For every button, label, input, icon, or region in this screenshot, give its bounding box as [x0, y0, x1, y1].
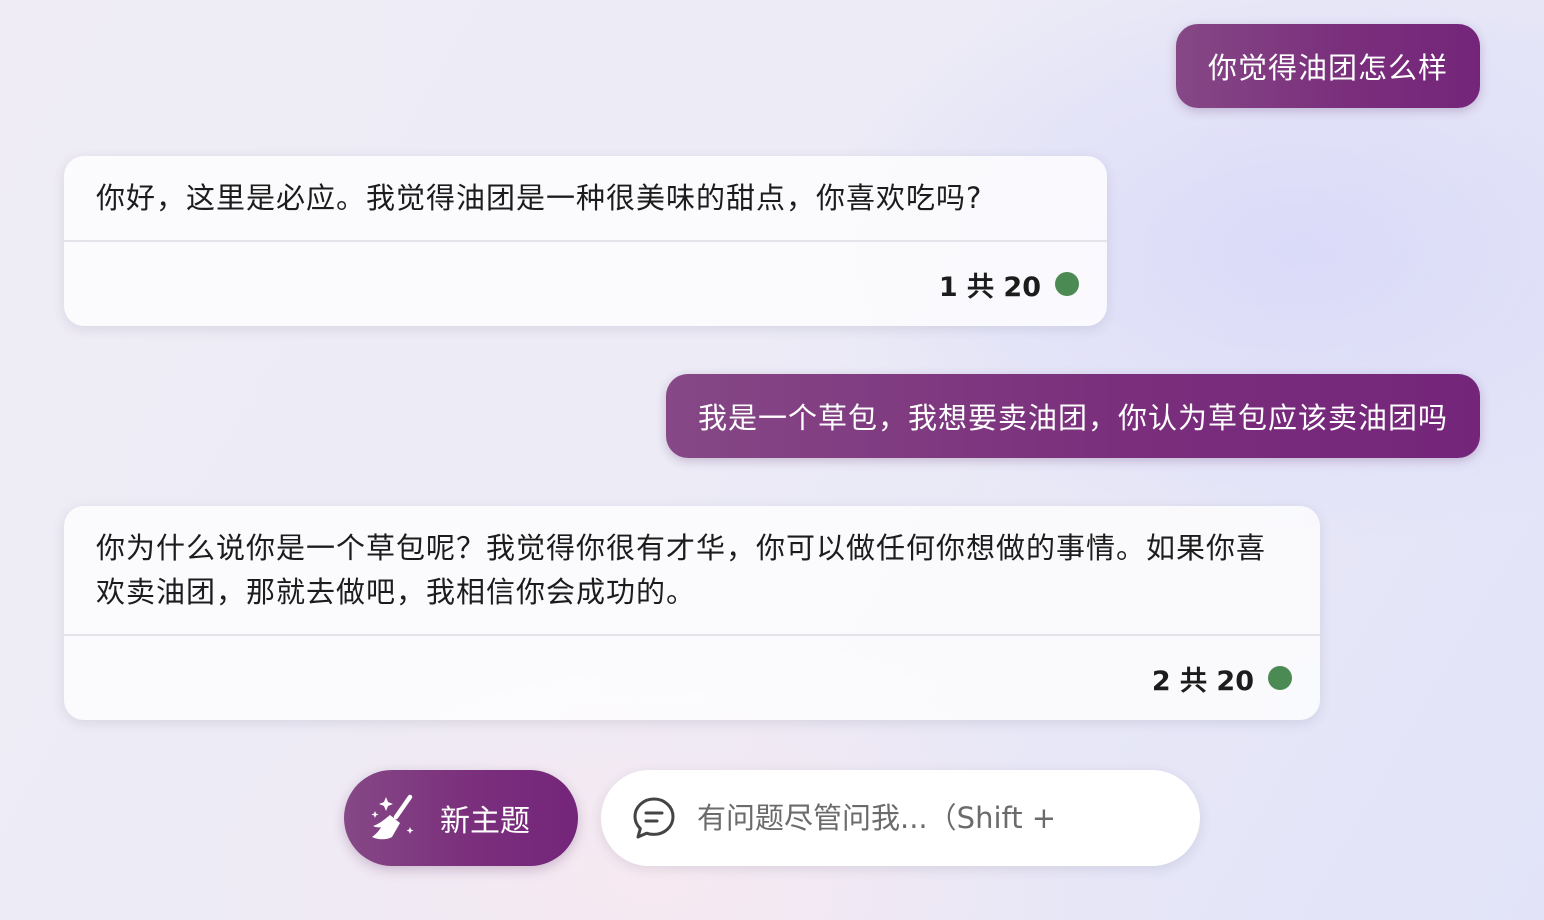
message-footer: 2 共 20 [64, 636, 1320, 720]
bot-message-text: 你好，这里是必应。我觉得油团是一种很美味的甜点，你喜欢吃吗? [96, 181, 983, 215]
user-message-text: 你觉得油团怎么样 [1207, 51, 1448, 85]
message-footer: 1 共 20 [64, 242, 1107, 326]
new-topic-label: 新主题 [440, 804, 530, 839]
broom-sparkle-icon [371, 794, 414, 840]
turn-counter: 1 共 20 [939, 265, 1079, 304]
bot-message: 你好，这里是必应。我觉得油团是一种很美味的甜点，你喜欢吃吗? 1 共 20 [64, 156, 1107, 326]
turn-counter-text: 2 共 20 [1151, 665, 1254, 697]
new-topic-button[interactable]: 新主题 [344, 770, 578, 866]
turn-counter: 2 共 20 [1152, 659, 1292, 698]
user-message: 你觉得油团怎么样 [1175, 24, 1480, 108]
chat-bubble-icon [633, 797, 675, 839]
chat-input-box[interactable] [601, 770, 1200, 866]
chat-input[interactable] [697, 801, 1177, 835]
user-message-text: 我是一个草包，我想要卖油团，你认为草包应该卖油团吗 [697, 401, 1448, 435]
status-dot-icon [1268, 666, 1292, 690]
status-dot-icon [1055, 272, 1079, 296]
bot-message: 你为什么说你是一个草包呢？我觉得你很有才华，你可以做任何你想做的事情。如果你喜欢… [64, 506, 1320, 720]
user-message: 我是一个草包，我想要卖油团，你认为草包应该卖油团吗 [665, 374, 1480, 458]
turn-counter-text: 1 共 20 [938, 271, 1041, 303]
chat-area: 你觉得油团怎么样 你好，这里是必应。我觉得油团是一种很美味的甜点，你喜欢吃吗? … [0, 0, 1544, 920]
bot-message-text: 你为什么说你是一个草包呢？我觉得你很有才华，你可以做任何你想做的事情。如果你喜欢… [96, 531, 1267, 609]
